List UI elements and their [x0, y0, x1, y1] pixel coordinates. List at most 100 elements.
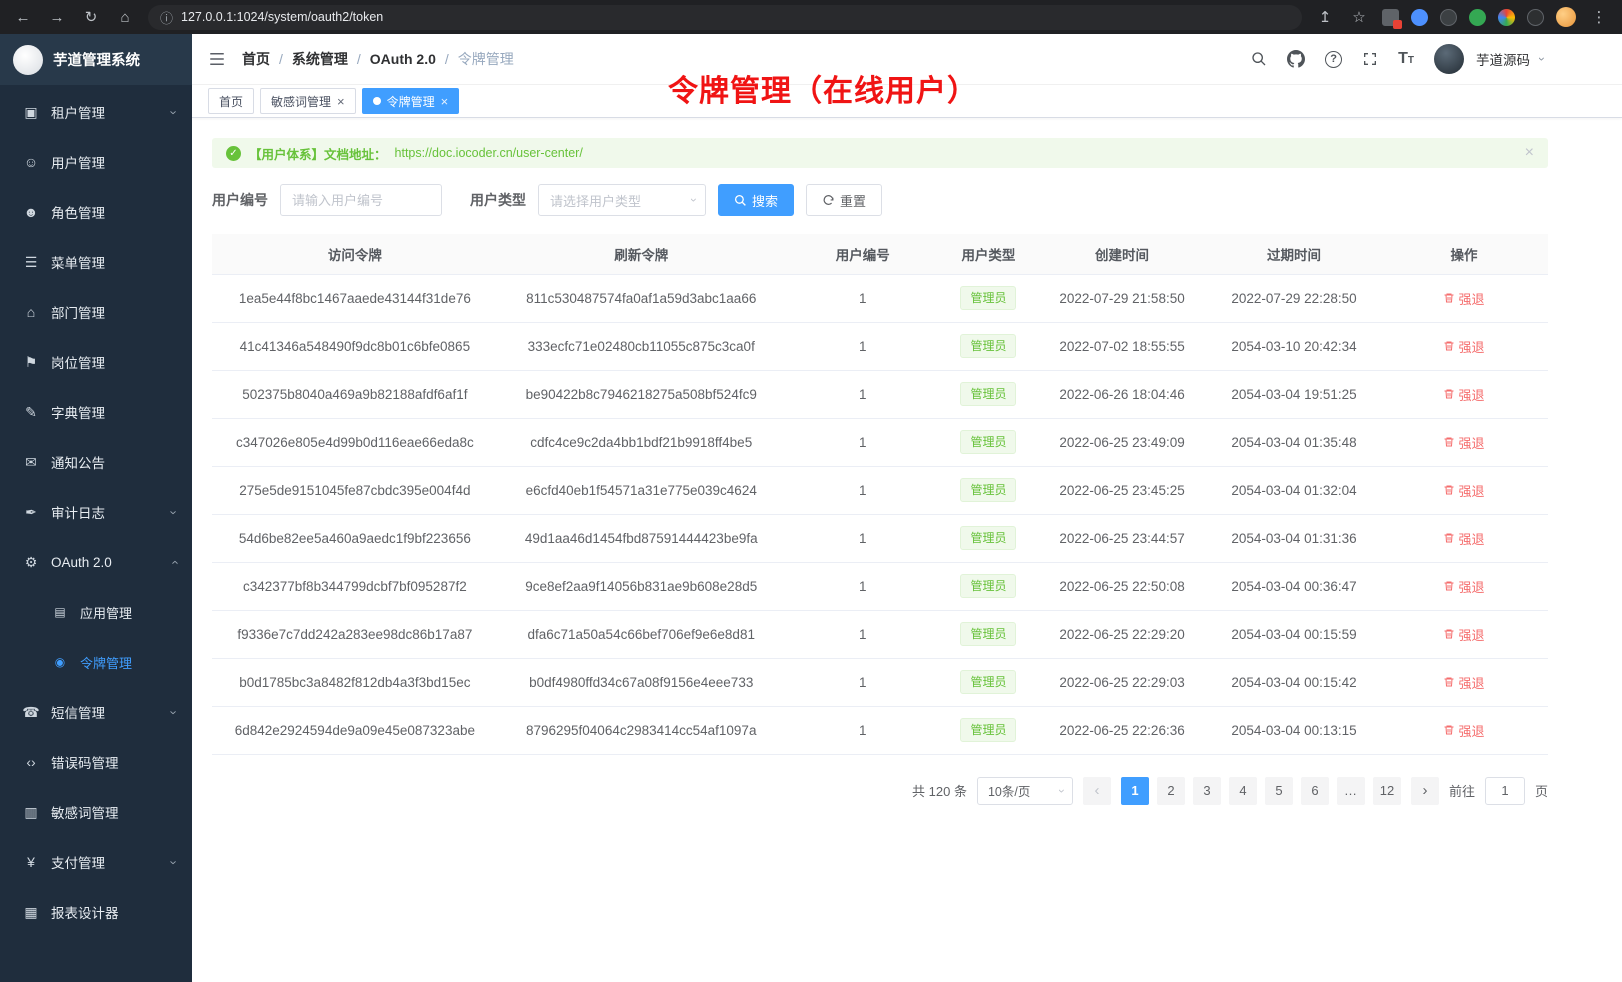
sidebar-item-user[interactable]: ☺用户管理 [0, 137, 192, 187]
info-icon[interactable]: ⓘ [160, 8, 173, 27]
chevron-down-icon: › [687, 198, 701, 202]
sidebar-item-report-designer[interactable]: ▦报表设计器 [0, 887, 192, 937]
force-logout-button[interactable]: 强退 [1443, 625, 1484, 644]
user-name[interactable]: 芋道源码 [1476, 49, 1530, 69]
sidebar-item-label: 租户管理 [51, 102, 105, 122]
bookmark-star-icon[interactable]: ☆ [1348, 8, 1370, 26]
page-size-select[interactable]: 10条/页 › [977, 777, 1073, 805]
sidebar-item-tenant[interactable]: ▣租户管理› [0, 87, 192, 137]
extension-blue-icon[interactable] [1411, 9, 1428, 26]
user-id-cell: 1 [785, 322, 941, 370]
github-icon[interactable] [1287, 50, 1305, 68]
force-logout-button[interactable]: 强退 [1443, 337, 1484, 356]
column-header: 过期时间 [1208, 234, 1380, 274]
sidebar-item-audit-log[interactable]: ✒审计日志› [0, 487, 192, 537]
sidebar-item-app-manage[interactable]: ▤应用管理 [0, 587, 192, 637]
breadcrumb-item[interactable]: 系统管理 [292, 49, 348, 69]
force-logout-button[interactable]: 强退 [1443, 529, 1484, 548]
page-button-12[interactable]: 12 [1373, 777, 1401, 805]
sidebar-item-sms[interactable]: ☎短信管理› [0, 687, 192, 737]
page-button-2[interactable]: 2 [1157, 777, 1185, 805]
close-tab-icon[interactable]: × [337, 95, 345, 108]
user-type-cell: 管理员 [941, 418, 1036, 466]
extension-puzzle-icon[interactable] [1382, 9, 1399, 26]
table-row: c347026e805e4d99b0d116eae66eda8ccdfc4ce9… [212, 418, 1548, 466]
reload-icon[interactable]: ↻ [80, 8, 102, 26]
refresh-token-cell: be90422b8c7946218275a508bf524fc9 [498, 370, 785, 418]
access-token-cell: 1ea5e44f8bc1467aaede43144f31de76 [212, 274, 498, 322]
sidebar-item-error-code[interactable]: ‹›错误码管理 [0, 737, 192, 787]
user-id-cell: 1 [785, 370, 941, 418]
user-type-select[interactable]: 请选择用户类型 › [538, 184, 706, 216]
force-logout-button[interactable]: 强退 [1443, 433, 1484, 452]
breadcrumb-item[interactable]: OAuth 2.0 [370, 51, 436, 67]
back-icon[interactable]: ← [12, 9, 34, 26]
sidebar-item-payment[interactable]: ¥支付管理› [0, 837, 192, 887]
alert-link[interactable]: https://doc.iocoder.cn/user-center/ [395, 146, 583, 160]
table-row: f9336e7c7dd242a283ee98dc86b17a87dfa6c71a… [212, 610, 1548, 658]
browser-profile-avatar[interactable] [1556, 7, 1576, 27]
alert-close-icon[interactable]: × [1525, 145, 1534, 161]
reset-button-label: 重置 [840, 191, 866, 210]
goto-page-input[interactable] [1485, 777, 1525, 805]
sidebar-item-sensitive-word[interactable]: ▥敏感词管理 [0, 787, 192, 837]
page-button-3[interactable]: 3 [1193, 777, 1221, 805]
app-logo[interactable]: 芋道管理系统 [0, 34, 192, 85]
collapse-sidebar-icon[interactable] [208, 50, 226, 68]
extension-round-icon[interactable] [1527, 9, 1544, 26]
extension-dark-icon[interactable] [1440, 9, 1457, 26]
force-logout-button[interactable]: 强退 [1443, 481, 1484, 500]
prev-page-button[interactable]: ‹ [1083, 777, 1111, 805]
page-button-1[interactable]: 1 [1121, 777, 1149, 805]
search-icon[interactable] [1251, 51, 1267, 67]
sidebar-item-post[interactable]: ⚑岗位管理 [0, 337, 192, 387]
page-button-4[interactable]: 4 [1229, 777, 1257, 805]
force-logout-button[interactable]: 强退 [1443, 385, 1484, 404]
extension-green-icon[interactable] [1469, 9, 1486, 26]
created-time-cell: 2022-06-25 22:26:36 [1036, 706, 1208, 754]
extension-colorful-icon[interactable] [1498, 9, 1515, 26]
browser-menu-icon[interactable]: ⋮ [1588, 8, 1610, 26]
page-button-5[interactable]: 5 [1265, 777, 1293, 805]
success-icon: ✓ [226, 146, 241, 161]
sidebar-item-role[interactable]: ☻角色管理 [0, 187, 192, 237]
annotation-text: 令牌管理（在线用户） [668, 66, 978, 110]
force-logout-button[interactable]: 强退 [1443, 721, 1484, 740]
breadcrumb-item[interactable]: 首页 [242, 49, 270, 69]
user-id-input[interactable] [280, 184, 442, 216]
page-button-6[interactable]: 6 [1301, 777, 1329, 805]
force-logout-button[interactable]: 强退 [1443, 577, 1484, 596]
forward-icon[interactable]: → [46, 9, 68, 26]
tab-首页[interactable]: 首页 [208, 88, 254, 114]
help-icon[interactable]: ? [1325, 51, 1342, 68]
refresh-token-cell: 8796295f04064c2983414cc54af1097a [498, 706, 785, 754]
fullscreen-icon[interactable] [1362, 51, 1378, 67]
reset-button[interactable]: 重置 [806, 184, 882, 216]
tab-敏感词管理[interactable]: 敏感词管理× [260, 88, 356, 114]
force-logout-button[interactable]: 强退 [1443, 673, 1484, 692]
font-size-icon[interactable]: TT [1398, 50, 1414, 68]
app-frame: 芋道管理系统 ▣租户管理›☺用户管理☻角色管理☰菜单管理⌂部门管理⚑岗位管理✎字… [0, 34, 1622, 982]
close-tab-icon[interactable]: × [441, 95, 449, 108]
page-ellipsis[interactable]: … [1337, 777, 1365, 805]
sidebar-item-department[interactable]: ⌂部门管理 [0, 287, 192, 337]
next-page-button[interactable]: › [1411, 777, 1439, 805]
force-logout-button[interactable]: 强退 [1443, 289, 1484, 308]
sidebar-item-notice[interactable]: ✉通知公告 [0, 437, 192, 487]
share-icon[interactable]: ↥ [1314, 8, 1336, 26]
tab-令牌管理[interactable]: 令牌管理× [362, 88, 460, 114]
search-button[interactable]: 搜索 [718, 184, 794, 216]
user-avatar[interactable] [1434, 44, 1464, 74]
user-type-cell: 管理员 [941, 274, 1036, 322]
sidebar-item-dictionary[interactable]: ✎字典管理 [0, 387, 192, 437]
sidebar-item-menu[interactable]: ☰菜单管理 [0, 237, 192, 287]
home-icon[interactable]: ⌂ [114, 9, 136, 26]
address-bar[interactable]: ⓘ 127.0.0.1:1024/system/oauth2/token [148, 5, 1302, 30]
sidebar-item-token-manage[interactable]: ◉令牌管理 [0, 637, 192, 687]
sidebar-item-label: 菜单管理 [51, 252, 105, 272]
sidebar-item-oauth[interactable]: ⚙OAuth 2.0› [0, 537, 192, 587]
user-type-badge: 管理员 [960, 334, 1016, 358]
browser-chrome: ← → ↻ ⌂ ⓘ 127.0.0.1:1024/system/oauth2/t… [0, 0, 1622, 34]
action-cell: 强退 [1380, 322, 1548, 370]
trash-icon [1443, 676, 1455, 688]
